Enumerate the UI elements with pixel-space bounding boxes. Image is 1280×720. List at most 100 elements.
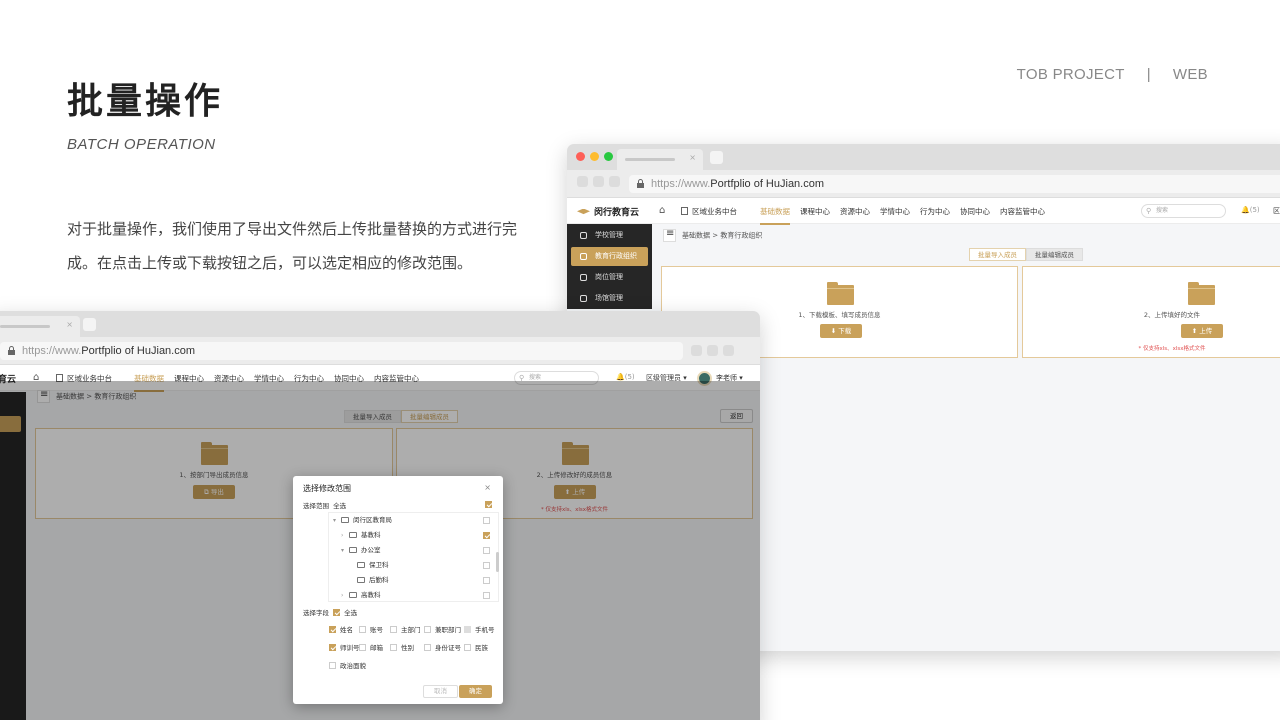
tree-node-checkbox[interactable]	[483, 532, 490, 539]
expand-arrow-icon[interactable]: ▾	[341, 543, 349, 558]
slide-subtitle: BATCH OPERATION	[67, 136, 216, 153]
scope-label: 选择范围	[303, 502, 329, 510]
field-checkbox[interactable]	[424, 644, 431, 651]
tree-node-checkbox[interactable]	[483, 577, 490, 584]
menu-item-resource[interactable]: 资源中心	[840, 206, 870, 217]
field-checkbox[interactable]	[464, 644, 471, 651]
tab-batch-edit[interactable]: 批量编辑成员	[1026, 248, 1083, 261]
new-tab-button[interactable]	[83, 318, 96, 331]
back-button[interactable]	[577, 176, 588, 187]
search-input[interactable]: 搜索	[1141, 204, 1226, 218]
tree-node-checkbox[interactable]	[483, 547, 490, 554]
fields-label: 选择字段	[303, 609, 329, 617]
region-switch[interactable]: 区域业务中台	[681, 206, 737, 217]
field-option[interactable]: 性别	[390, 642, 414, 652]
sidebar-item-admin-org[interactable]: 教育行政组织	[571, 247, 648, 266]
menu-item-content[interactable]: 内容监管中心	[1000, 206, 1045, 217]
field-option[interactable]: 政治面貌	[329, 660, 366, 670]
tree-scrollbar[interactable]	[496, 552, 499, 572]
expand-arrow-icon[interactable]: ›	[341, 588, 349, 601]
field-option[interactable]: 邮箱	[359, 642, 383, 652]
menu-item-learning[interactable]: 学情中心	[880, 206, 910, 217]
menu-item-collab[interactable]: 协同中心	[960, 206, 990, 217]
new-tab-button[interactable]	[710, 151, 723, 164]
field-label: 账号	[370, 626, 383, 634]
role-switch[interactable]: 区级	[1273, 206, 1280, 216]
field-checkbox[interactable]	[329, 644, 336, 651]
minimize-dot-icon[interactable]	[590, 152, 599, 161]
notification-bell-icon[interactable]: 🔔(5)	[1241, 206, 1260, 214]
app-logo[interactable]: 闵行教育云	[577, 205, 639, 218]
menu-item-basic-data[interactable]: 基础数据	[760, 206, 790, 225]
region-label: 区域业务中台	[692, 207, 737, 216]
fields-row: 选择字段 全选	[303, 607, 357, 617]
close-dot-icon[interactable]	[576, 152, 585, 161]
project-label: TOB PROJECT	[1016, 66, 1125, 83]
tree-node[interactable]: ▾ 办公室	[329, 543, 498, 558]
sidebar-item-post[interactable]: 岗位管理	[571, 268, 648, 287]
field-label: 民族	[475, 644, 488, 652]
breadcrumb: 基础数据 > 教育行政组织	[663, 228, 762, 242]
browser-tab[interactable]: ×	[617, 149, 703, 170]
reload-button[interactable]	[609, 176, 620, 187]
sidebar-item-label: 教育行政组织	[595, 252, 637, 260]
field-checkbox[interactable]	[390, 626, 397, 633]
tab-close-icon[interactable]: ×	[66, 320, 73, 329]
tree-node[interactable]: ▾ 闵行区教育局	[329, 513, 498, 528]
field-checkbox[interactable]	[329, 662, 336, 669]
sidebar-item-school[interactable]: 学校管理	[571, 226, 648, 245]
upload-button[interactable]: ⬆ 上传	[1181, 324, 1223, 338]
menu-item-course[interactable]: 课程中心	[800, 206, 830, 217]
address-bar[interactable]: https://www.Portfplio of HuJian.com	[0, 342, 683, 360]
expand-arrow-icon[interactable]: ›	[341, 528, 349, 543]
field-option[interactable]: 账号	[359, 624, 383, 634]
folder-icon	[357, 577, 365, 583]
field-label: 身份证号	[435, 644, 461, 652]
field-checkbox[interactable]	[359, 644, 366, 651]
tree-node[interactable]: 保卫科	[329, 558, 498, 573]
platform-label: WEB	[1172, 66, 1208, 83]
main-menu: 基础数据 课程中心 资源中心 学情中心 行为中心 协同中心 内容监管中心	[760, 206, 1055, 225]
field-checkbox[interactable]	[329, 626, 336, 633]
menu-toggle-icon[interactable]	[663, 228, 676, 242]
maximize-dot-icon[interactable]	[604, 152, 613, 161]
slide: TOB PROJECT | WEB 批量操作 BATCH OPERATION 对于批…	[0, 0, 1280, 720]
cancel-button[interactable]: 取消	[423, 685, 458, 698]
confirm-button[interactable]: 确定	[459, 685, 492, 698]
field-checkbox[interactable]	[390, 644, 397, 651]
home-icon[interactable]: ⌂	[659, 205, 665, 216]
tree-node-checkbox[interactable]	[483, 517, 490, 524]
expand-arrow-icon[interactable]: ▾	[333, 513, 341, 528]
bookmark-button[interactable]	[723, 345, 734, 356]
field-option[interactable]: 民族	[464, 642, 488, 652]
share-button[interactable]	[707, 345, 718, 356]
fields-all-checkbox[interactable]	[333, 609, 341, 616]
field-checkbox	[464, 626, 471, 633]
menu-item-behavior[interactable]: 行为中心	[920, 206, 950, 217]
tree-node-checkbox[interactable]	[483, 562, 490, 569]
field-option[interactable]: 主部门	[390, 624, 421, 634]
lock-icon	[637, 179, 644, 188]
field-option[interactable]: 兼职部门	[424, 624, 461, 634]
field-checkbox[interactable]	[424, 626, 431, 633]
tree-node-checkbox[interactable]	[483, 592, 490, 599]
address-bar[interactable]: https://www.Portfplio of HuJian.com	[629, 175, 1280, 193]
close-icon[interactable]: ×	[484, 483, 491, 492]
field-checkbox[interactable]	[359, 626, 366, 633]
extension-button[interactable]	[691, 345, 702, 356]
field-option[interactable]: 身份证号	[424, 642, 461, 652]
sidebar-item-venue[interactable]: 场馆管理	[571, 289, 648, 308]
tab-close-icon[interactable]: ×	[689, 153, 696, 162]
tree-node[interactable]: › 高教科	[329, 588, 498, 601]
tree-node[interactable]: › 基教科	[329, 528, 498, 543]
forward-button[interactable]	[593, 176, 604, 187]
mode-segments: 批量导入成员 批量编辑成员	[969, 248, 1083, 261]
download-button[interactable]: ⬇ 下载	[820, 324, 862, 338]
scope-all-checkbox[interactable]	[485, 501, 492, 508]
field-option[interactable]: 师训号	[329, 642, 360, 652]
tree-node[interactable]: 后勤科	[329, 573, 498, 588]
browser-tab[interactable]: ×	[0, 316, 80, 337]
tab-batch-import[interactable]: 批量导入成员	[969, 248, 1026, 261]
field-option[interactable]: 姓名	[329, 624, 353, 634]
notification-bell-icon[interactable]: 🔔(5)	[616, 373, 635, 381]
